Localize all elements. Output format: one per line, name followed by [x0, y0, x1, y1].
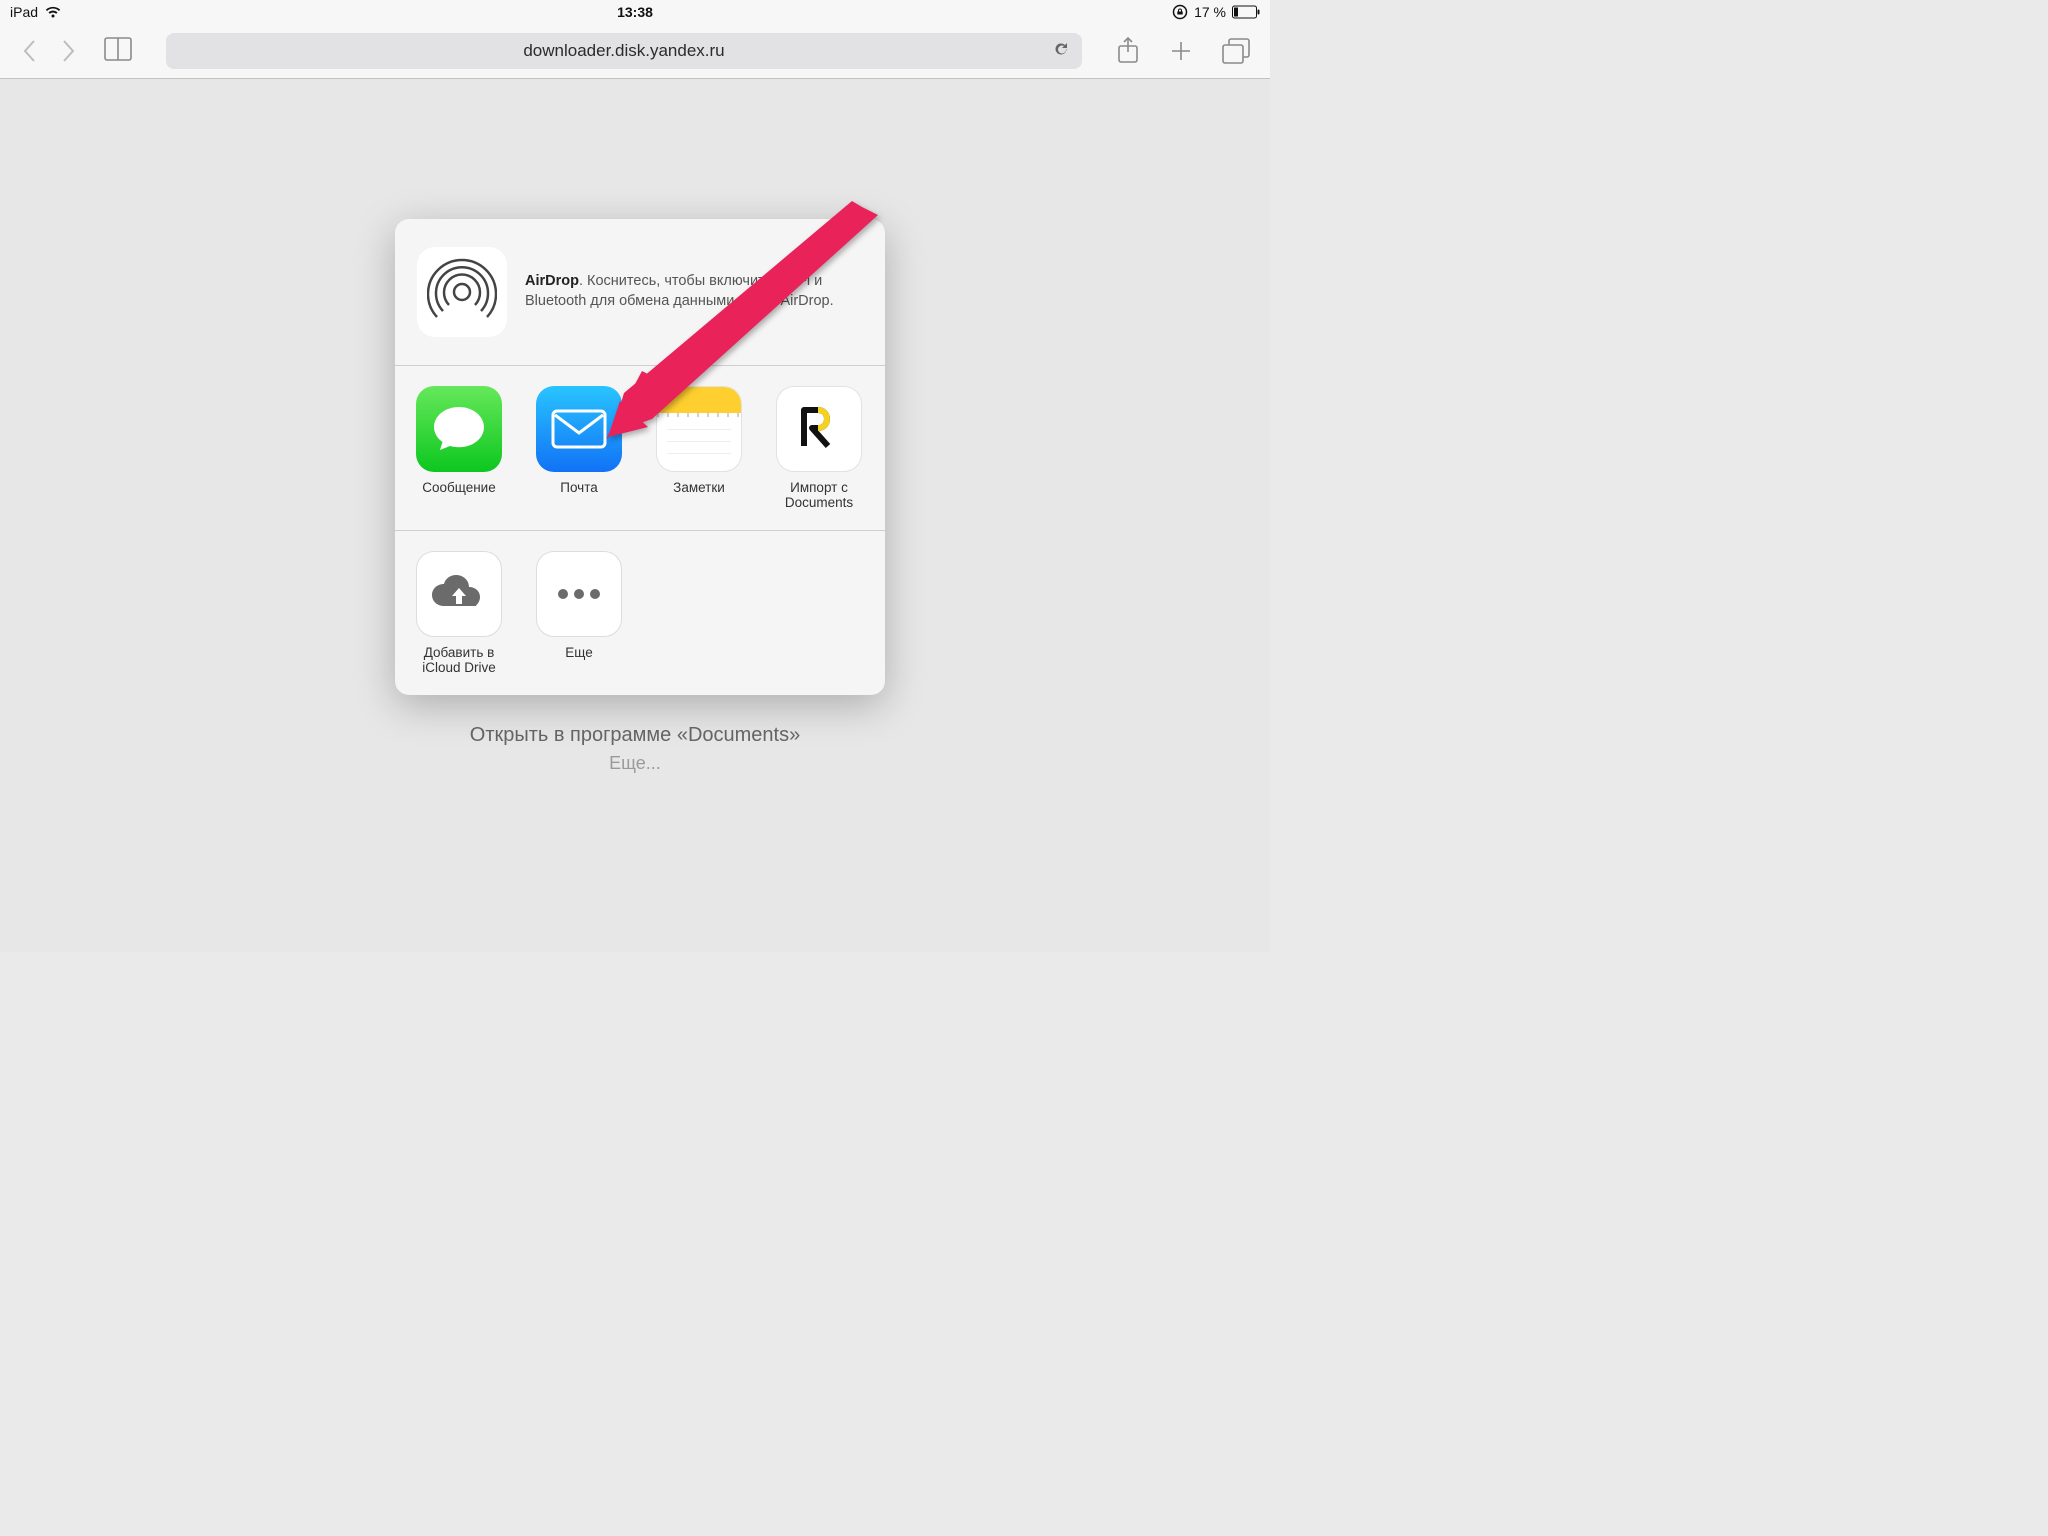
- icloud-upload-icon: [416, 551, 502, 637]
- share-button[interactable]: [1116, 36, 1140, 66]
- popover-pointer: [625, 694, 655, 695]
- share-item-label: Почта: [560, 480, 598, 495]
- airdrop-row[interactable]: AirDrop. Коснитесь, чтобы включить Wi-Fi…: [395, 219, 885, 366]
- action-item-label: Еще: [565, 645, 592, 660]
- action-row[interactable]: Добавить в iCloud Drive Еще: [395, 531, 885, 695]
- forward-button[interactable]: [58, 37, 78, 65]
- battery-icon: [1232, 5, 1260, 19]
- url-text: downloader.disk.yandex.ru: [523, 41, 724, 61]
- share-item-label: Импорт с Documents: [771, 480, 867, 510]
- notes-icon: [656, 386, 742, 472]
- tabs-button[interactable]: [1222, 36, 1250, 66]
- documents-icon: [776, 386, 862, 472]
- reload-icon[interactable]: [1052, 40, 1070, 63]
- wifi-icon: [44, 5, 62, 19]
- device-label: iPad: [10, 4, 38, 20]
- new-tab-button[interactable]: [1168, 36, 1194, 66]
- share-item-mail[interactable]: Почта: [531, 386, 627, 510]
- background-line2: Еще...: [470, 753, 800, 774]
- clock: 13:38: [617, 4, 653, 20]
- share-item-messages[interactable]: Сообщение: [411, 386, 507, 510]
- share-sheet: AirDrop. Коснитесь, чтобы включить Wi-Fi…: [395, 219, 885, 695]
- action-item-more[interactable]: Еще: [531, 551, 627, 675]
- back-button[interactable]: [20, 37, 40, 65]
- status-bar: iPad 13:38 17 %: [0, 0, 1270, 24]
- airdrop-text: AirDrop. Коснитесь, чтобы включить Wi-Fi…: [525, 272, 863, 311]
- action-item-icloud[interactable]: Добавить в iCloud Drive: [411, 551, 507, 675]
- mail-icon: [536, 386, 622, 472]
- messages-icon: [416, 386, 502, 472]
- airdrop-icon: [417, 247, 507, 337]
- battery-percent: 17 %: [1194, 4, 1226, 20]
- safari-toolbar: downloader.disk.yandex.ru: [0, 24, 1270, 79]
- page-content: Открыть в программе «Documents» Еще... A…: [0, 79, 1270, 952]
- share-item-documents[interactable]: Импорт с Documents: [771, 386, 867, 510]
- more-icon: [536, 551, 622, 637]
- background-line1: Открыть в программе «Documents»: [470, 724, 800, 747]
- share-item-notes[interactable]: Заметки: [651, 386, 747, 510]
- airdrop-title: AirDrop: [525, 273, 579, 289]
- share-row[interactable]: Сообщение Почта Заметки: [395, 366, 885, 531]
- action-item-label: Добавить в iCloud Drive: [411, 645, 507, 675]
- orientation-lock-icon: [1172, 4, 1188, 20]
- url-field[interactable]: downloader.disk.yandex.ru: [166, 33, 1082, 69]
- share-item-label: Заметки: [673, 480, 725, 495]
- background-action-text: Открыть в программе «Documents» Еще...: [470, 724, 800, 774]
- bookmarks-button[interactable]: [104, 36, 132, 67]
- share-item-label: Сообщение: [422, 480, 495, 495]
